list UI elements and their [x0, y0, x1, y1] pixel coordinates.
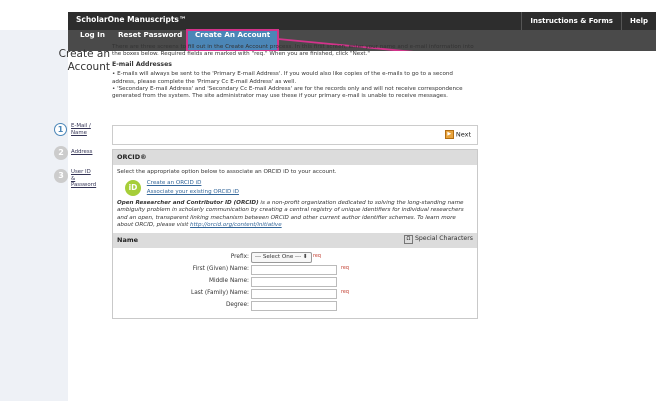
special-characters-button[interactable]: Ω Special Characters: [403, 235, 473, 245]
orcid-info-link[interactable]: http://orcid.org/content/initiative: [190, 222, 282, 228]
required-marker: req: [341, 266, 349, 272]
step-indicator: 1 E-Mail / Name 2 Address 3 User ID & Passw…: [54, 123, 112, 192]
middle-name-label: Middle Name:: [208, 278, 249, 285]
step-circle: 3: [54, 169, 68, 183]
email-bullets: • E-mails will always be sent to the 'Pr…: [112, 71, 474, 100]
brand-bar: ScholarOne Manuscripts™ Instructions & F…: [68, 12, 656, 30]
orcid-description: Open Researcher and Contributor ID (ORCI…: [117, 200, 464, 228]
step-2[interactable]: 2 Address: [54, 146, 112, 169]
help-link[interactable]: Help: [620, 12, 656, 30]
orcid-name-panel: ORCID® Select the appropriate option bel…: [112, 149, 478, 320]
intro-text: There are three screens to fill out in t…: [112, 44, 474, 100]
associate-orcid-link[interactable]: Associate your existing ORCID iD: [147, 189, 239, 195]
middle-name-input[interactable]: [251, 277, 337, 288]
form-row-last-name: Last (Family) Name: req: [113, 288, 477, 300]
step-label[interactable]: E-Mail / Name: [71, 123, 91, 136]
bullet-item: • 'Secondary E-mail Address' and 'Second…: [112, 85, 463, 100]
name-section-heading: Name Ω Special Characters: [113, 233, 477, 249]
last-name-input[interactable]: [251, 289, 337, 300]
arrow-right-icon: ▶: [444, 130, 454, 139]
first-name-input[interactable]: [251, 265, 337, 276]
orcid-logo-icon: iD: [125, 180, 141, 197]
orcid-body: Select the appropriate option below to a…: [113, 165, 477, 234]
step-3[interactable]: 3 User ID & Password: [54, 169, 112, 192]
required-marker: req: [341, 290, 349, 296]
top-header: ScholarOne Manuscripts™ Instructions & F…: [0, 0, 656, 30]
prefix-select[interactable]: --- Select One --- ⬍: [251, 252, 312, 264]
step-circle: 2: [54, 146, 68, 160]
prefix-label: Prefix:: [230, 254, 249, 261]
first-name-label: First (Given) Name:: [192, 266, 249, 273]
step-circle-active: 1: [54, 123, 67, 136]
bullet-item: • E-mails will always be sent to the 'Pr…: [112, 71, 453, 85]
required-marker: req: [313, 254, 321, 260]
next-bar: ▶ Next: [112, 125, 478, 145]
step-1[interactable]: 1 E-Mail / Name: [54, 123, 112, 146]
create-orcid-link[interactable]: Create an ORCID iD: [147, 180, 202, 186]
form-row-prefix: Prefix: --- Select One --- ⬍ req: [113, 252, 477, 264]
form-row-degree: Degree:: [113, 300, 477, 312]
name-form: Prefix: --- Select One --- ⬍ req First (…: [113, 248, 477, 319]
page-title: Create an Account: [58, 48, 110, 73]
form-row-first-name: First (Given) Name: req: [113, 264, 477, 276]
next-button[interactable]: ▶ Next: [444, 130, 471, 139]
step-label[interactable]: Address: [71, 149, 92, 156]
form-row-middle-name: Middle Name:: [113, 276, 477, 288]
omega-icon: Ω: [403, 235, 413, 245]
email-heading: E-mail Addresses: [112, 61, 172, 69]
step-label[interactable]: User ID & Password: [71, 169, 96, 189]
degree-input[interactable]: [251, 301, 337, 312]
instructions-forms-link[interactable]: Instructions & Forms: [521, 12, 621, 30]
top-links: Instructions & Forms Help: [521, 12, 656, 30]
brand-name: ScholarOne Manuscripts™: [76, 15, 187, 24]
last-name-label: Last (Family) Name:: [191, 290, 249, 297]
orcid-heading: ORCID®: [113, 150, 477, 165]
orcid-instruction: Select the appropriate option below to a…: [117, 169, 337, 175]
degree-label: Degree:: [225, 302, 249, 309]
